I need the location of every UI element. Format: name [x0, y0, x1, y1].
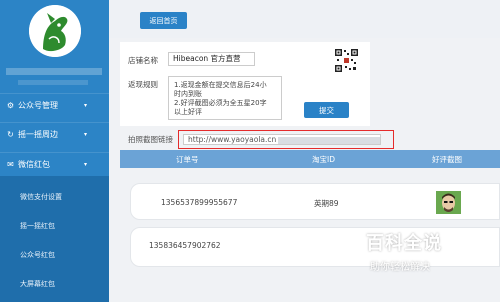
screenshot-link-label: 拍照截图链接 [128, 135, 173, 144]
chevron-down-icon: ▾ [84, 131, 88, 138]
col-screenshot: 好评截图 [432, 155, 462, 164]
chevron-down-icon: ▾ [84, 161, 88, 168]
taobao-id: 英期89 [314, 199, 339, 208]
rules-textarea[interactable]: 1.返现金额在提交信息后24小 时内到账 2.好评截图必须为全五星20字 以上好… [168, 76, 282, 120]
back-home-button[interactable]: 返回首页 [140, 12, 187, 29]
menu-item-label: 微信红包 [18, 160, 50, 169]
col-taobao-id: 淘宝ID [312, 155, 335, 164]
rules-line: 时内到账 [174, 90, 202, 98]
gear-icon: ⚙ [6, 101, 15, 110]
rules-line: 1.返现金额在提交信息后24小 [174, 81, 267, 89]
menu-item-public-account[interactable]: ⚙ 公众号管理 ▾ [0, 93, 109, 117]
sub-item-label: 微信支付设置 [20, 192, 62, 201]
submenu: 微信支付设置 摇一摇红包 公众号红包 大屏幕红包 [0, 176, 109, 302]
account-sub-blurred [18, 80, 88, 85]
sub-item-pay-settings[interactable]: 微信支付设置 [0, 184, 109, 209]
logo-icon [29, 5, 81, 57]
mail-icon: ✉ [7, 160, 14, 169]
watermark-subtitle: 助你轻松解决 [370, 262, 430, 273]
rules-line: 2.好评截图必须为全五星20字 [174, 99, 267, 107]
rules-line: 以上好评 [174, 108, 202, 116]
submit-button[interactable]: 提交 [304, 102, 349, 118]
shop-name-label: 店铺名称 [128, 56, 158, 65]
shop-name-field[interactable]: Hibeacon 官方直营 [168, 52, 255, 66]
sub-item-label: 公众号红包 [20, 250, 55, 259]
refresh-icon: ↻ [7, 130, 14, 139]
table-header: 订单号 淘宝ID 好评截图 [120, 150, 500, 168]
avatar [29, 5, 81, 57]
watermark: 百科全说 助你轻松解决 [348, 229, 478, 275]
sub-item-shake-redpacket[interactable]: 摇一摇红包 [0, 213, 109, 238]
rules-label: 返现规则 [128, 80, 158, 89]
col-order: 订单号 [176, 155, 199, 164]
sidebar: ⚙ 公众号管理 ▾ ↻ 摇一摇周边 ▾ ✉ 微信红包 ▾ 微信支付设置 摇一摇红… [0, 0, 109, 302]
account-name-blurred [6, 68, 102, 75]
order-number: 1358364579027​62 [149, 241, 221, 250]
menu-item-wechat-redpacket[interactable]: ✉ 微信红包 ▾ [0, 152, 109, 176]
sub-item-label: 摇一摇红包 [20, 221, 55, 230]
menu-item-shake-nearby[interactable]: ↻ 摇一摇周边 ▾ [0, 122, 109, 146]
qr-code-icon [334, 48, 359, 73]
sub-item-label: 大屏幕红包 [20, 279, 55, 288]
watermark-title: 百科全说 [366, 233, 442, 254]
order-number: 1356537899955677 [161, 198, 238, 207]
menu-item-label: 公众号管理 [18, 101, 58, 110]
chevron-down-icon: ▾ [84, 102, 88, 109]
highlight-box [178, 130, 394, 149]
sub-item-bigscreen-redpacket[interactable]: 大屏幕红包 [0, 271, 109, 296]
sub-item-account-redpacket[interactable]: 公众号红包 [0, 242, 109, 267]
review-screenshot-thumbnail[interactable] [436, 191, 461, 214]
menu-item-label: 摇一摇周边 [18, 130, 58, 139]
